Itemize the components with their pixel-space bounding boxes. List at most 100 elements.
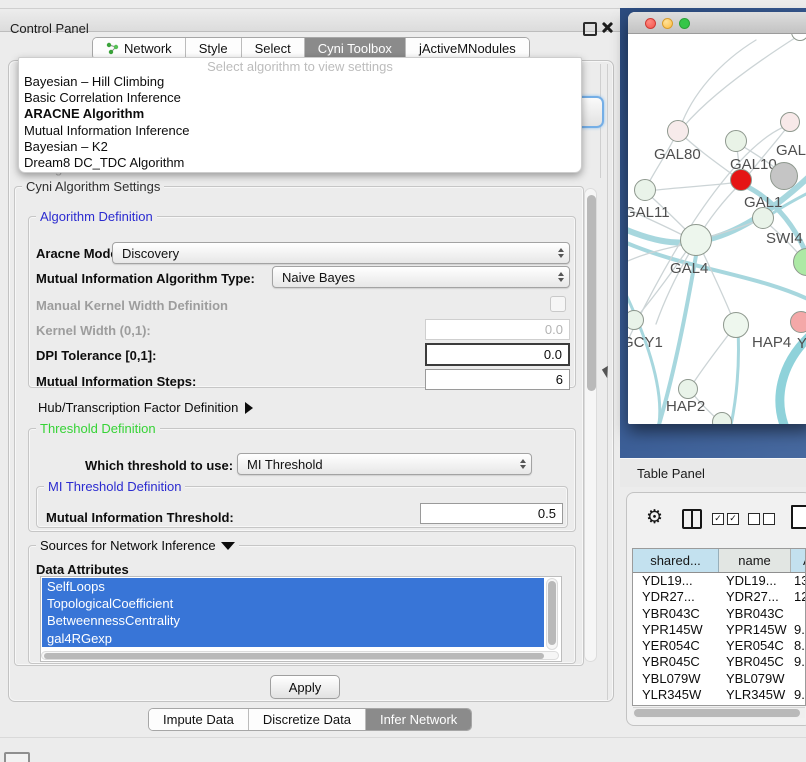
- app-root: Control Panel NetworkStyleSelectCyni Too…: [0, 0, 806, 762]
- gear-icon[interactable]: ⚙: [646, 506, 663, 528]
- manual-kernel-checkbox[interactable]: [550, 296, 566, 312]
- algorithm-option-dream8-dc-tdc-algorithm[interactable]: Dream8 DC_TDC Algorithm: [19, 155, 581, 171]
- network-node-gal11[interactable]: [634, 179, 656, 201]
- table-row[interactable]: YIL052CYIL052C9: [633, 703, 805, 706]
- node-label-gcy1: GCY1: [628, 334, 663, 351]
- network-node-gal4[interactable]: [680, 224, 712, 256]
- settings-scrollbar-track[interactable]: [584, 188, 597, 662]
- algorithm-option-bayesian-k2[interactable]: Bayesian – K2: [19, 139, 581, 155]
- algorithm-option-aracne-algorithm[interactable]: ARACNE Algorithm: [19, 106, 581, 122]
- split-view-icon[interactable]: [682, 509, 702, 529]
- network-edge: [730, 330, 739, 424]
- node-label-hap4: HAP4: [752, 334, 791, 351]
- sources-title-text: Sources for Network Inference: [40, 538, 216, 553]
- table-cell: [791, 606, 805, 622]
- mi-type-combo[interactable]: Naive Bayes: [272, 266, 570, 288]
- which-threshold-combo[interactable]: MI Threshold: [237, 453, 532, 475]
- hub-definition-row[interactable]: Hub/Transcription Factor Definition: [38, 400, 253, 415]
- tab-network[interactable]: Network: [93, 38, 186, 59]
- network-node[interactable]: [770, 162, 798, 190]
- mi-type-label: Mutual Information Algorithm Type:: [36, 271, 255, 286]
- bottom-tab-discretize-data[interactable]: Discretize Data: [249, 709, 366, 730]
- network-window-titlebar[interactable]: [628, 12, 806, 34]
- table-row[interactable]: YBR043CYBR043C: [633, 606, 805, 622]
- threshold-definition-title: Threshold Definition: [36, 421, 160, 436]
- document-icon[interactable]: [791, 505, 806, 529]
- bottom-tab-impute-data[interactable]: Impute Data: [149, 709, 249, 730]
- column-header-shared[interactable]: shared...: [633, 549, 719, 572]
- algorithm-option-mutual-information-inference[interactable]: Mutual Information Inference: [19, 123, 581, 139]
- network-node-gal1[interactable]: [730, 169, 752, 191]
- settings-scrollbar-thumb[interactable]: [587, 195, 596, 391]
- network-node-hap2[interactable]: [678, 379, 698, 399]
- select-all-checkbox-icon[interactable]: ✓: [712, 513, 724, 525]
- zoom-traffic-light-icon[interactable]: [679, 18, 690, 29]
- mi-steps-field[interactable]: 6: [425, 369, 570, 390]
- table-cell: 13: [791, 573, 805, 589]
- table-cell: YBL079W: [719, 671, 791, 687]
- close-icon[interactable]: [601, 21, 614, 34]
- kernel-width-field[interactable]: 0.0: [425, 319, 570, 340]
- tab-jactivemnodules[interactable]: jActiveMNodules: [406, 38, 529, 59]
- tab-select[interactable]: Select: [242, 38, 305, 59]
- bottom-tab-infer-network[interactable]: Infer Network: [366, 709, 471, 730]
- dpi-tolerance-label: DPI Tolerance [0,1]:: [36, 348, 156, 363]
- collapse-down-icon[interactable]: [221, 542, 235, 550]
- network-node-gal80[interactable]: [667, 120, 689, 142]
- docked-panel-icon[interactable]: [4, 752, 30, 762]
- mi-threshold-field[interactable]: 0.5: [420, 503, 563, 524]
- table-row[interactable]: YBL079WYBL079W: [633, 671, 805, 687]
- tab-style[interactable]: Style: [186, 38, 242, 59]
- expand-right-icon[interactable]: [245, 402, 253, 414]
- table-row[interactable]: YDL19...YDL19...13: [633, 573, 805, 589]
- table-cell: YPR145W: [719, 622, 791, 638]
- node-label-gal4: GAL4: [670, 260, 708, 277]
- network-node-swi4[interactable]: [752, 207, 774, 229]
- table-row[interactable]: YDR27...YDR27...12: [633, 589, 805, 605]
- tab-cyni-toolbox[interactable]: Cyni Toolbox: [305, 38, 406, 59]
- table-row[interactable]: YBR045CYBR045C9.: [633, 654, 805, 670]
- attribute-item-gal4rgexp[interactable]: gal4RGexp: [42, 630, 544, 647]
- deselect-all-checkbox-icon[interactable]: [748, 513, 760, 525]
- dpi-tolerance-field[interactable]: 0.0: [425, 343, 570, 366]
- mi-threshold-label: Mutual Information Threshold:: [46, 510, 234, 525]
- minimize-traffic-light-icon[interactable]: [662, 18, 673, 29]
- algorithm-option-basic-correlation-inference[interactable]: Basic Correlation Inference: [19, 90, 581, 106]
- table-cell: YBR045C: [719, 654, 791, 670]
- network-node-y[interactable]: [790, 311, 806, 333]
- attr-list-hscrollbar-thumb[interactable]: [44, 653, 544, 659]
- network-node-gal10[interactable]: [725, 130, 747, 152]
- network-view-window[interactable]: GALGAL80GAL10GAL1GAL11SWI4GAL4GCY1HAP4YH…: [628, 12, 806, 424]
- network-node-gal[interactable]: [780, 112, 800, 132]
- attr-list-scrollbar-thumb[interactable]: [548, 581, 556, 645]
- aracne-mode-combo[interactable]: Discovery: [112, 242, 570, 264]
- column-header-name[interactable]: name: [719, 549, 791, 572]
- algorithm-option-bayesian-hill-climbing[interactable]: Bayesian – Hill Climbing: [19, 74, 581, 90]
- attribute-item-selfloops[interactable]: SelfLoops: [42, 578, 544, 595]
- column-header-a[interactable]: A: [791, 549, 805, 572]
- table-hscrollbar-track[interactable]: [633, 707, 805, 718]
- apply-button[interactable]: Apply: [270, 675, 340, 699]
- float-panel-icon[interactable]: [583, 22, 597, 36]
- which-threshold-label: Which threshold to use:: [85, 458, 233, 473]
- network-node-hap4[interactable]: [723, 312, 749, 338]
- attribute-item-betweennesscentrality[interactable]: BetweennessCentrality: [42, 612, 544, 629]
- table-row[interactable]: YPR145WYPR145W9.: [633, 622, 805, 638]
- table-cell: YBR045C: [633, 654, 719, 670]
- select-all-checkbox-icon[interactable]: ✓: [727, 513, 739, 525]
- attr-list-hscrollbar-track[interactable]: [41, 651, 559, 660]
- table-row[interactable]: YLR345WYLR345W9.: [633, 687, 805, 703]
- deselect-all-checkbox-icon[interactable]: [763, 513, 775, 525]
- attr-list-scrollbar-track[interactable]: [546, 578, 558, 650]
- node-label-gal11: GAL11: [628, 204, 670, 221]
- mi-steps-label: Mutual Information Steps:: [36, 374, 196, 389]
- table-panel-title: Table Panel: [637, 466, 705, 481]
- data-attributes-label: Data Attributes: [36, 562, 129, 577]
- table-cell: 12: [791, 589, 805, 605]
- network-canvas[interactable]: GALGAL80GAL10GAL1GAL11SWI4GAL4GCY1HAP4YH…: [628, 34, 806, 424]
- close-traffic-light-icon[interactable]: [645, 18, 656, 29]
- attribute-item-topologicalcoefficient[interactable]: TopologicalCoefficient: [42, 595, 544, 612]
- table-row[interactable]: YER054CYER054C8.: [633, 638, 805, 654]
- table-cell: 9.: [791, 654, 805, 670]
- table-hscrollbar-thumb[interactable]: [634, 709, 800, 717]
